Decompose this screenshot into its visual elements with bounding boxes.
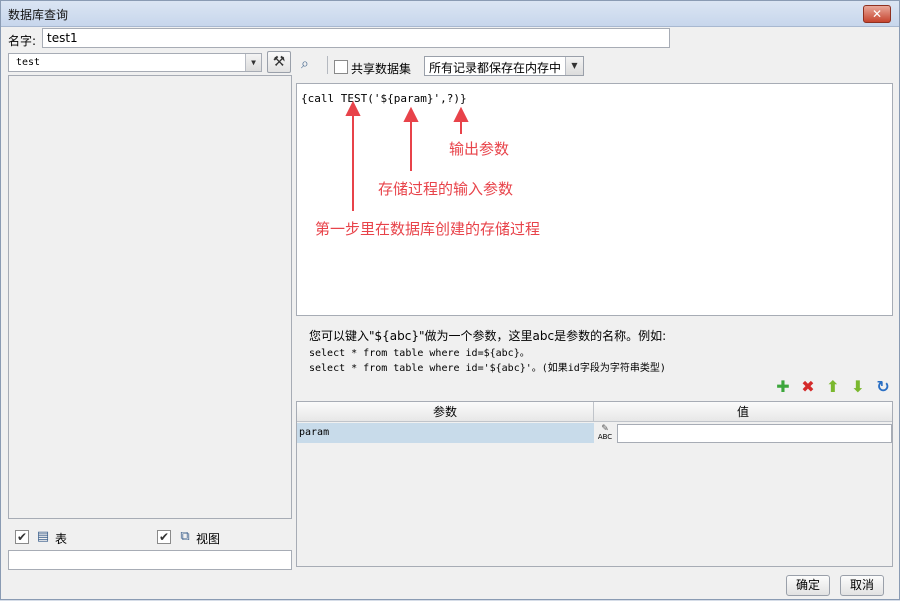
add-param-icon[interactable]: ✚ (774, 378, 792, 396)
param-value-input[interactable] (617, 424, 892, 443)
param-hint-example-1: select * from table where id=${abc}。 (309, 348, 530, 359)
window-title: 数据库查询 (8, 8, 69, 22)
annotation-output-param: 输出参数 (449, 140, 510, 158)
view-label: 视图 (196, 532, 221, 546)
move-up-icon[interactable]: ⬆ (824, 378, 842, 396)
param-hint-example-2: select * from table where id='${abc}'。(如… (309, 363, 666, 374)
annotation-input-param: 存储过程的输入参数 (378, 180, 514, 198)
name-input[interactable] (42, 28, 670, 48)
view-icon: ⧉ (180, 529, 190, 544)
move-down-icon[interactable]: ⬇ (849, 378, 867, 396)
preview-icon[interactable]: ⌕ (301, 56, 309, 72)
share-dataset-checkbox[interactable] (334, 60, 348, 74)
param-column-header[interactable]: 参数 (297, 402, 594, 422)
storage-mode-select[interactable]: 所有记录都保存在内存中 ▼ (424, 56, 584, 76)
tools-icon: ⚒ (272, 54, 286, 70)
datasource-selected: test (16, 57, 41, 68)
title-bar: 数据库查询 ✕ (1, 1, 899, 27)
table-filter-input[interactable] (8, 550, 292, 570)
cancel-button[interactable]: 取消 (840, 575, 884, 596)
sql-text[interactable]: {call TEST('${param}',?)} (301, 92, 467, 105)
name-label: 名字: (8, 34, 37, 48)
datasource-settings-button[interactable]: ⚒ (267, 51, 291, 73)
table-checkbox[interactable]: ✔ (15, 530, 29, 544)
toolbar-separator (327, 56, 328, 74)
ok-button[interactable]: 确定 (786, 575, 830, 596)
view-checkbox[interactable]: ✔ (157, 530, 171, 544)
datasource-select[interactable]: test ▼ (8, 53, 262, 72)
chevron-down-icon[interactable]: ▼ (245, 54, 261, 71)
param-hint: 您可以键入"${abc}"做为一个参数，这里abc是参数的名称。例如: (309, 329, 667, 343)
chevron-down-icon[interactable]: ▼ (565, 57, 583, 75)
table-icon: ▤ (36, 529, 50, 544)
share-dataset-label: 共享数据集 (351, 62, 412, 76)
value-column-header[interactable]: 值 (594, 402, 892, 422)
param-name-cell[interactable]: param (297, 423, 594, 443)
type-selector-icon[interactable]: ✎ ABC (595, 423, 615, 443)
remove-param-icon[interactable]: ✖ (799, 378, 817, 396)
sql-editor[interactable]: {call TEST('${param}',?)} (296, 83, 893, 316)
table-label: 表 (55, 532, 68, 546)
param-table: 参数 值 param ✎ ABC (296, 401, 893, 567)
close-button[interactable]: ✕ (863, 5, 891, 23)
query-dialog: 数据库查询 ✕ 名字: test ▼ ⚒ ✔ ▤ 表 ✔ ⧉ 视图 ⌕ 共享数据… (0, 0, 900, 600)
storage-mode-selected: 所有记录都保存在内存中 (429, 61, 562, 75)
table-row[interactable]: param ✎ ABC (297, 423, 892, 444)
annotation-stored-procedure: 第一步里在数据库创建的存储过程 (315, 220, 541, 238)
refresh-icon[interactable]: ↻ (874, 378, 892, 396)
table-tree-panel[interactable] (8, 75, 292, 519)
type-label: ABC (597, 433, 613, 441)
